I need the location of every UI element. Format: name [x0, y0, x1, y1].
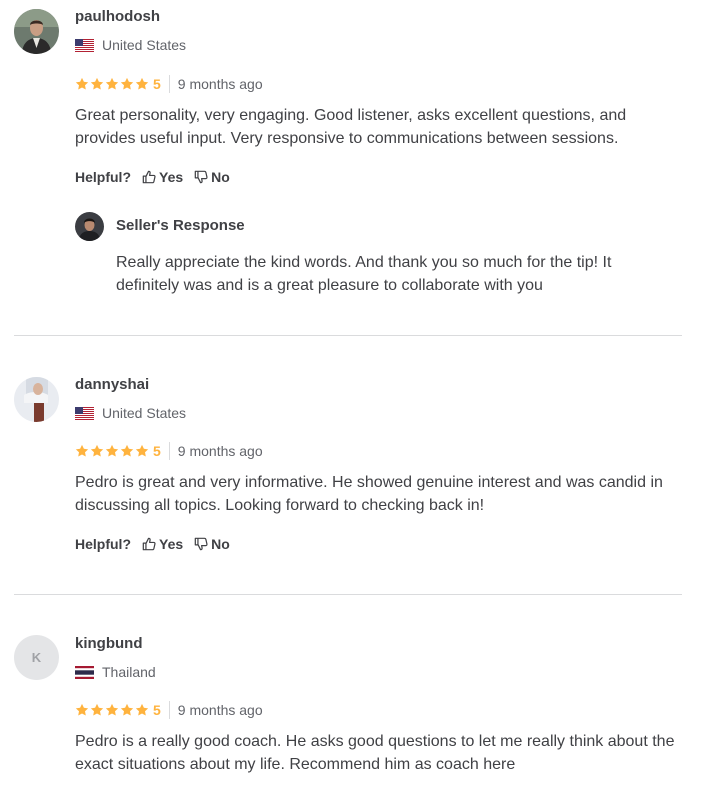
- review-time: 9 months ago: [177, 702, 263, 718]
- helpful-no-button[interactable]: No: [194, 169, 230, 185]
- review-text: Pedro is great and very informative. He …: [75, 474, 663, 514]
- review-divider: [14, 594, 682, 595]
- star-icon: [105, 703, 119, 717]
- star-icon: [105, 444, 119, 458]
- seller-avatar: [75, 212, 104, 241]
- helpful-row: Helpful? Yes No: [75, 169, 241, 185]
- reviewer-country: Thailand: [75, 664, 156, 680]
- helpful-label: Helpful?: [75, 169, 131, 185]
- us-flag-icon: [75, 39, 94, 52]
- thumbs-up-icon: [142, 537, 156, 551]
- seller-response-title: Seller's Response: [116, 217, 245, 234]
- star-icon: [90, 703, 104, 717]
- no-label: No: [211, 169, 230, 185]
- rating-score: 5: [153, 75, 170, 93]
- reviewer-avatar[interactable]: [14, 9, 59, 54]
- star-icon: [75, 77, 89, 91]
- star-icon: [105, 77, 119, 91]
- rating-row: 5 9 months ago: [75, 441, 263, 461]
- rating-score: 5: [153, 442, 170, 460]
- country-name: Thailand: [102, 664, 156, 680]
- thumbs-down-icon: [194, 537, 208, 551]
- reviewer-avatar[interactable]: [14, 377, 59, 422]
- star-icon: [135, 703, 149, 717]
- helpful-row: Helpful? Yes No: [75, 536, 241, 552]
- star-icon: [75, 444, 89, 458]
- review-time: 9 months ago: [177, 443, 263, 459]
- us-flag-icon: [75, 407, 94, 420]
- thailand-flag-icon: [75, 666, 94, 679]
- reviewer-country: United States: [75, 405, 186, 421]
- star-icon: [90, 444, 104, 458]
- review-divider: [14, 335, 682, 336]
- rating-row: 5 9 months ago: [75, 74, 263, 94]
- rating-score: 5: [153, 701, 170, 719]
- thumbs-down-icon: [194, 170, 208, 184]
- review-text: Great personality, very engaging. Good l…: [75, 107, 627, 147]
- reviewer-country: United States: [75, 37, 186, 53]
- rating-row: 5 9 months ago: [75, 700, 263, 720]
- star-icon: [120, 77, 134, 91]
- thumbs-up-icon: [142, 170, 156, 184]
- yes-label: Yes: [159, 536, 184, 552]
- star-icon: [135, 77, 149, 91]
- reviewer-username[interactable]: paulhodosh: [75, 8, 160, 25]
- reviewer-avatar[interactable]: K: [14, 635, 59, 680]
- country-name: United States: [102, 405, 187, 421]
- star-icon: [75, 703, 89, 717]
- star-rating: [75, 444, 150, 458]
- reviewer-username[interactable]: kingbund: [75, 635, 143, 652]
- helpful-no-button[interactable]: No: [194, 536, 230, 552]
- helpful-yes-button[interactable]: Yes: [142, 536, 183, 552]
- review-time: 9 months ago: [177, 76, 263, 92]
- no-label: No: [211, 536, 230, 552]
- star-icon: [135, 444, 149, 458]
- yes-label: Yes: [159, 169, 184, 185]
- star-icon: [90, 77, 104, 91]
- helpful-label: Helpful?: [75, 536, 131, 552]
- country-name: United States: [102, 37, 187, 53]
- star-rating: [75, 77, 150, 91]
- star-icon: [120, 703, 134, 717]
- reviewer-username[interactable]: dannyshai: [75, 376, 149, 393]
- seller-response-text: Really appreciate the kind words. And th…: [116, 254, 612, 294]
- star-icon: [120, 444, 134, 458]
- star-rating: [75, 703, 150, 717]
- helpful-yes-button[interactable]: Yes: [142, 169, 183, 185]
- review-text: Pedro is a really good coach. He asks go…: [75, 733, 675, 773]
